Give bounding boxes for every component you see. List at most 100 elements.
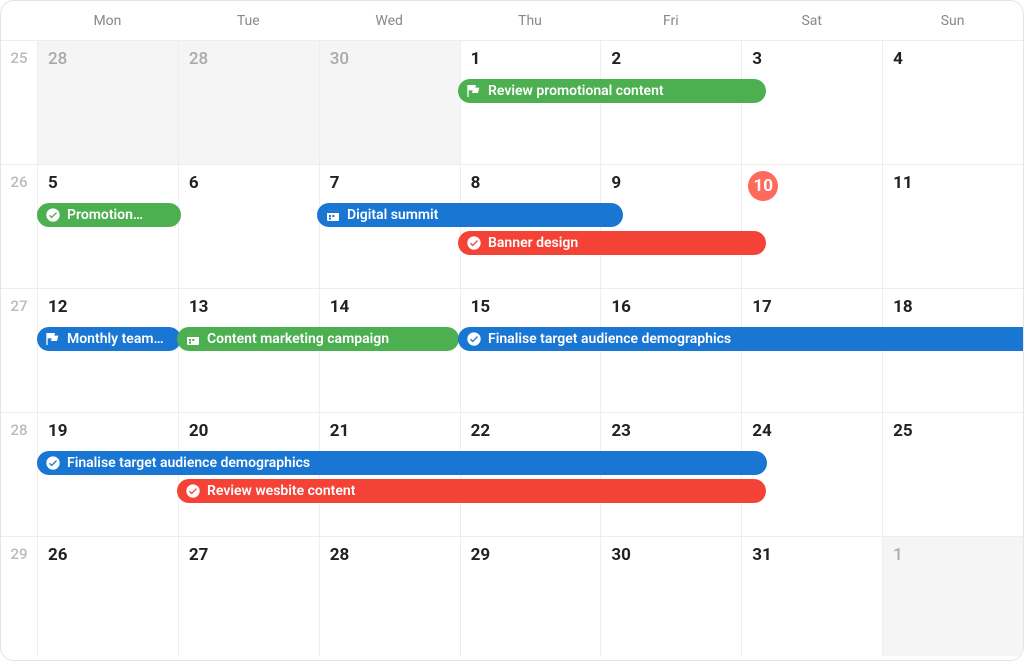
day-cell-today[interactable]: 10 bbox=[741, 165, 882, 288]
event-label: Monthly team… bbox=[67, 331, 164, 347]
check-icon bbox=[466, 331, 482, 347]
day-cell[interactable]: 28 bbox=[319, 537, 460, 656]
day-number: 27 bbox=[189, 545, 309, 565]
day-number: 31 bbox=[752, 545, 872, 565]
event-label: Finalise target audience demographics bbox=[67, 455, 310, 471]
day-number: 4 bbox=[893, 49, 1013, 69]
event-label: Review wesbite content bbox=[207, 483, 355, 499]
day-number: 26 bbox=[48, 545, 168, 565]
day-cell[interactable]: 28 bbox=[37, 41, 178, 164]
weekday-wed: Wed bbox=[319, 1, 460, 40]
event-content-marketing[interactable]: Content marketing campaign bbox=[177, 327, 459, 351]
flag-icon bbox=[45, 331, 61, 347]
week-number: 28 bbox=[1, 413, 37, 536]
day-number: 1 bbox=[471, 49, 591, 69]
day-number: 3 bbox=[752, 49, 872, 69]
week-row: 27 12 13 14 15 16 17 18 Monthly team… Co… bbox=[1, 289, 1023, 413]
weekday-thu: Thu bbox=[460, 1, 601, 40]
month-calendar: Mon Tue Wed Thu Fri Sat Sun 25 28 28 30 … bbox=[0, 0, 1024, 661]
day-cell[interactable]: 11 bbox=[882, 165, 1023, 288]
check-icon bbox=[45, 455, 61, 471]
day-number: 22 bbox=[471, 421, 591, 441]
week-number: 29 bbox=[1, 537, 37, 656]
day-cell[interactable]: 30 bbox=[600, 537, 741, 656]
day-number: 9 bbox=[611, 173, 731, 193]
week-row: 29 26 27 28 29 30 31 1 bbox=[1, 537, 1023, 656]
event-label: Banner design bbox=[488, 235, 578, 251]
day-cell[interactable]: 25 bbox=[882, 413, 1023, 536]
day-number: 30 bbox=[611, 545, 731, 565]
calendar-icon bbox=[325, 207, 341, 223]
day-number: 28 bbox=[189, 49, 309, 69]
week-num-header bbox=[1, 1, 37, 40]
day-number: 16 bbox=[611, 297, 731, 317]
check-icon bbox=[45, 207, 61, 223]
weekday-sat: Sat bbox=[741, 1, 882, 40]
day-number: 24 bbox=[752, 421, 872, 441]
day-number: 18 bbox=[893, 297, 1013, 317]
day-number: 21 bbox=[330, 421, 450, 441]
weekday-mon: Mon bbox=[37, 1, 178, 40]
week-number: 26 bbox=[1, 165, 37, 288]
day-number: 23 bbox=[611, 421, 731, 441]
event-review-website[interactable]: Review wesbite content bbox=[177, 479, 766, 503]
day-number: 19 bbox=[48, 421, 168, 441]
day-number: 17 bbox=[752, 297, 872, 317]
weekday-tue: Tue bbox=[178, 1, 319, 40]
day-number: 15 bbox=[471, 297, 591, 317]
day-number: 28 bbox=[48, 49, 168, 69]
event-monthly-team[interactable]: Monthly team… bbox=[37, 327, 181, 351]
calendar-icon bbox=[185, 331, 201, 347]
day-number: 20 bbox=[189, 421, 309, 441]
day-number: 14 bbox=[330, 297, 450, 317]
day-cell[interactable]: 9 bbox=[600, 165, 741, 288]
event-label: Content marketing campaign bbox=[207, 331, 389, 347]
day-number: 11 bbox=[893, 173, 1013, 193]
day-number: 29 bbox=[471, 545, 591, 565]
day-cell[interactable]: 31 bbox=[741, 537, 882, 656]
day-number: 8 bbox=[471, 173, 591, 193]
event-label: Digital summit bbox=[347, 207, 438, 223]
weekday-fri: Fri bbox=[600, 1, 741, 40]
day-number: 5 bbox=[48, 173, 168, 193]
day-number: 6 bbox=[189, 173, 309, 193]
day-number: 2 bbox=[611, 49, 731, 69]
day-cell[interactable]: 6 bbox=[178, 165, 319, 288]
week-number: 27 bbox=[1, 289, 37, 412]
day-number: 30 bbox=[330, 49, 450, 69]
event-label: Review promotional content bbox=[488, 83, 664, 99]
day-number: 25 bbox=[893, 421, 1013, 441]
week-number: 25 bbox=[1, 41, 37, 164]
day-cell[interactable]: 28 bbox=[178, 41, 319, 164]
day-cell[interactable]: 3 bbox=[741, 41, 882, 164]
event-banner-design[interactable]: Banner design bbox=[458, 231, 766, 255]
day-number: 28 bbox=[330, 545, 450, 565]
weekday-header: Mon Tue Wed Thu Fri Sat Sun bbox=[1, 1, 1023, 41]
check-icon bbox=[185, 483, 201, 499]
day-cell[interactable]: 24 bbox=[741, 413, 882, 536]
event-finalise-target-2[interactable]: Finalise target audience demographics bbox=[37, 451, 767, 475]
check-icon bbox=[466, 235, 482, 251]
weekday-sun: Sun bbox=[882, 1, 1023, 40]
event-label: Promotion… bbox=[67, 207, 143, 223]
day-cell[interactable]: 4 bbox=[882, 41, 1023, 164]
event-finalise-target-1[interactable]: Finalise target audience demographics bbox=[458, 327, 1023, 351]
day-cell[interactable]: 30 bbox=[319, 41, 460, 164]
flag-icon bbox=[466, 83, 482, 99]
week-row: 26 5 6 7 8 9 10 11 Promotion… Digital su… bbox=[1, 165, 1023, 289]
event-digital-summit[interactable]: Digital summit bbox=[317, 203, 623, 227]
week-row: 25 28 28 30 1 2 3 4 Review promotional c… bbox=[1, 41, 1023, 165]
day-cell[interactable]: 1 bbox=[882, 537, 1023, 656]
week-row: 28 19 20 21 22 23 24 25 Finalise target … bbox=[1, 413, 1023, 537]
event-review-promotional[interactable]: Review promotional content bbox=[458, 79, 766, 103]
day-cell[interactable]: 27 bbox=[178, 537, 319, 656]
day-number: 10 bbox=[748, 171, 778, 201]
day-number: 13 bbox=[189, 297, 309, 317]
day-number: 7 bbox=[330, 173, 450, 193]
event-promotion[interactable]: Promotion… bbox=[37, 203, 181, 227]
day-cell[interactable]: 26 bbox=[37, 537, 178, 656]
event-label: Finalise target audience demographics bbox=[488, 331, 731, 347]
day-number: 12 bbox=[48, 297, 168, 317]
day-number: 1 bbox=[893, 545, 1013, 565]
day-cell[interactable]: 29 bbox=[460, 537, 601, 656]
